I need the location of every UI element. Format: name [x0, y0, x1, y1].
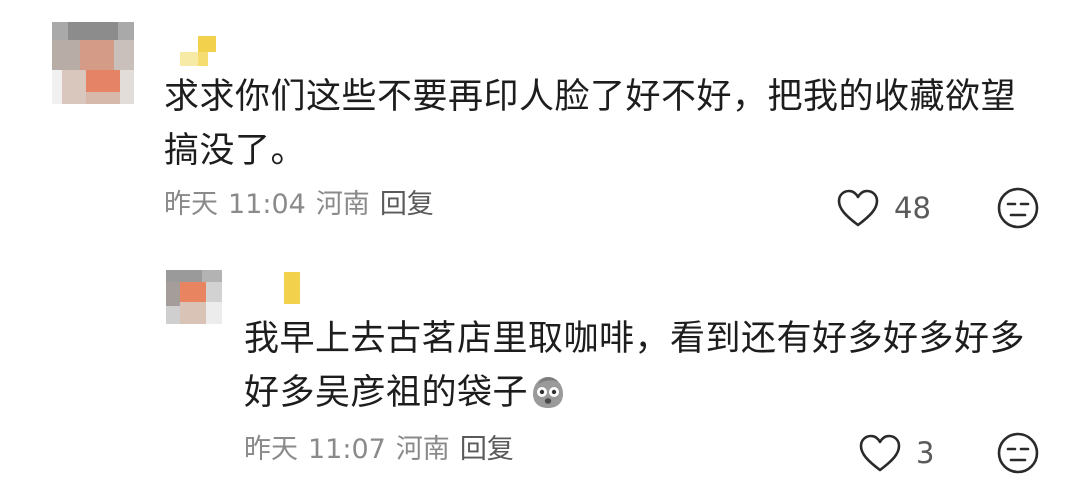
comment-text-content: 我早上去古茗店里取咖啡，看到还有好多好多好多好多吴彦祖的袋子	[244, 319, 1026, 413]
comment-meta: 昨天 11:07 河南 回复	[244, 433, 524, 467]
comment-location: 河南	[315, 189, 370, 220]
avatar[interactable]	[52, 22, 134, 104]
avatar[interactable]	[166, 270, 222, 324]
username[interactable]	[284, 272, 306, 306]
like-button[interactable]: 48	[836, 185, 931, 231]
like-count: 48	[894, 191, 931, 225]
username[interactable]	[180, 36, 220, 68]
dislike-face-icon[interactable]	[996, 186, 1040, 230]
shocked-face-icon	[533, 377, 564, 408]
like-count: 3	[916, 436, 935, 470]
comment-date: 昨天	[244, 434, 298, 465]
comment-meta: 昨天 11:04 河南 回复	[164, 188, 444, 222]
comment-time: 11:07	[308, 434, 386, 465]
reply-button[interactable]: 回复	[380, 189, 434, 220]
reply-button[interactable]: 回复	[460, 434, 514, 465]
comment-location: 河南	[395, 434, 450, 465]
comment-text: 求求你们这些不要再印人脸了好不好，把我的收藏欲望搞没了。	[164, 77, 1017, 171]
like-button[interactable]: 3	[858, 430, 934, 476]
comment-date: 昨天	[164, 189, 218, 220]
heart-icon	[837, 189, 879, 227]
comment-text: 我早上去古茗店里取咖啡，看到还有好多好多好多好多吴彦祖的袋子	[244, 312, 1034, 420]
comment-time: 11:04	[228, 189, 306, 220]
heart-icon	[859, 434, 901, 472]
dislike-face-icon[interactable]	[996, 431, 1040, 475]
